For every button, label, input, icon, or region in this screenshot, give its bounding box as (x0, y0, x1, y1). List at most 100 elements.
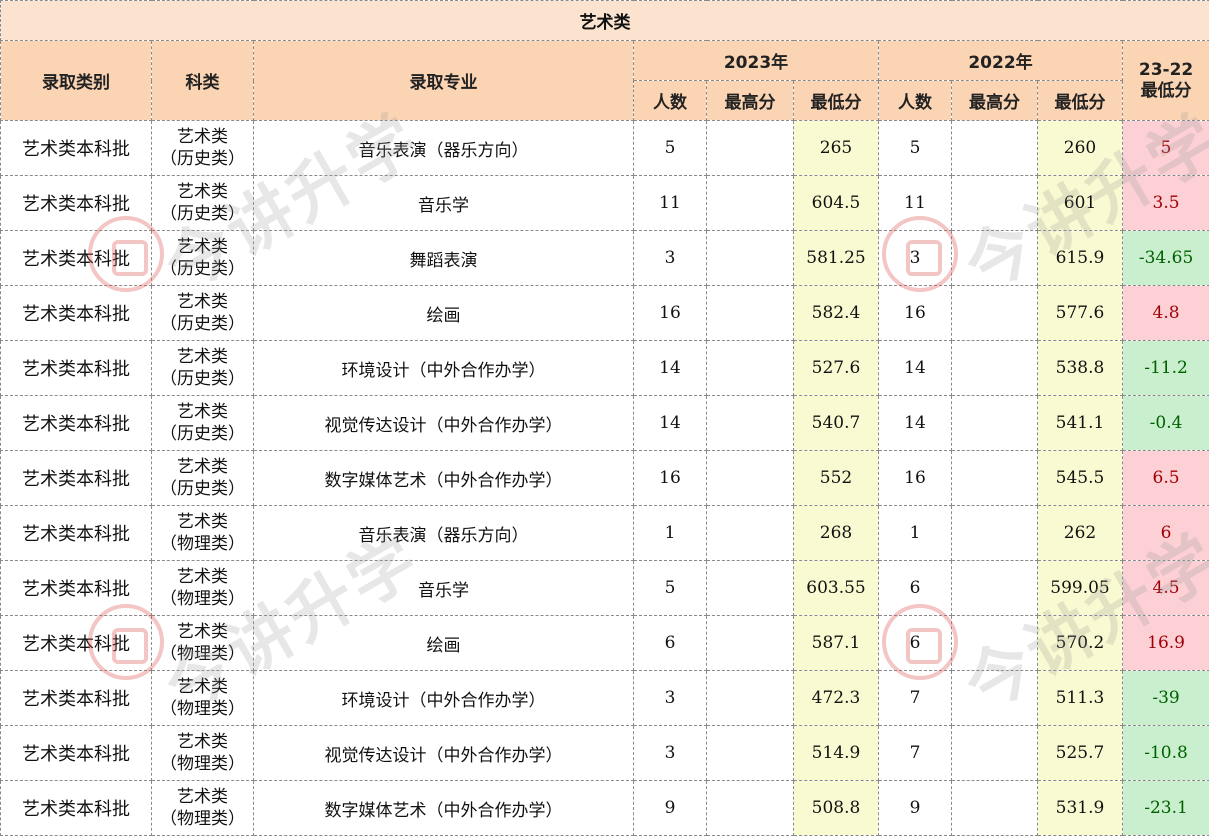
cell-subject-line2: （物理类） (160, 809, 245, 829)
cell-diff: -11.2 (1121, 340, 1209, 396)
cell-count-2023: 16 (633, 285, 707, 341)
cell-category: 艺术类本科批 (0, 615, 152, 671)
cell-max-2023 (706, 230, 794, 286)
cell-major: 舞蹈表演 (253, 230, 634, 286)
cell-min-2023: 540.7 (793, 395, 879, 451)
cell-subject-line2: （物理类） (160, 589, 245, 609)
cell-min-2023: 514.9 (793, 725, 879, 781)
cell-subject: 艺术类 （物理类） (151, 670, 254, 726)
cell-count-2023: 5 (633, 120, 707, 176)
cell-max-2023 (706, 505, 794, 561)
table-row: 艺术类本科批 艺术类 （物理类） 音乐学 5 603.55 6 599.05 4.5 (0, 560, 1209, 616)
cell-count-2023: 11 (633, 175, 707, 231)
cell-min-2022: 262 (1037, 505, 1123, 561)
table-row: 艺术类本科批 艺术类 （物理类） 绘画 6 587.1 6 570.2 16.9 (0, 615, 1209, 671)
header-diff: 23-22 最低分 (1121, 40, 1209, 121)
header-year-2022: 2022年 (878, 40, 1123, 81)
cell-subject-line1: 艺术类 (177, 292, 228, 312)
table-row: 艺术类本科批 艺术类 （历史类） 数字媒体艺术（中外合作办学） 16 552 16 545.5… (0, 450, 1209, 506)
cell-subject: 艺术类 （历史类） (151, 230, 254, 286)
cell-count-2022: 6 (878, 615, 952, 671)
table-row: 艺术类本科批 艺术类 （历史类） 绘画 16 582.4 16 577.6 4.8 (0, 285, 1209, 341)
cell-subject-line2: （历史类） (160, 479, 245, 499)
cell-diff: -34.65 (1121, 230, 1209, 286)
cell-count-2023: 3 (633, 670, 707, 726)
cell-min-2022: 538.8 (1037, 340, 1123, 396)
cell-subject-line2: （历史类） (160, 424, 245, 444)
cell-max-2022 (951, 395, 1038, 451)
header-min-2023: 最低分 (793, 80, 879, 121)
cell-max-2023 (706, 120, 794, 176)
cell-subject-line2: （物理类） (160, 644, 245, 664)
cell-min-2023: 552 (793, 450, 879, 506)
cell-category: 艺术类本科批 (0, 285, 152, 341)
cell-subject: 艺术类 （历史类） (151, 340, 254, 396)
table-row: 艺术类本科批 艺术类 （历史类） 音乐学 11 604.5 11 601 3.5 (0, 175, 1209, 231)
cell-max-2023 (706, 395, 794, 451)
cell-max-2023 (706, 285, 794, 341)
cell-subject: 艺术类 （物理类） (151, 560, 254, 616)
cell-max-2022 (951, 560, 1038, 616)
cell-major: 环境设计（中外合作办学） (253, 340, 634, 396)
cell-major: 音乐学 (253, 560, 634, 616)
cell-min-2022: 525.7 (1037, 725, 1123, 781)
cell-subject: 艺术类 （物理类） (151, 505, 254, 561)
header-max-2023: 最高分 (706, 80, 794, 121)
cell-major: 音乐表演（器乐方向） (253, 505, 634, 561)
cell-subject-line1: 艺术类 (177, 622, 228, 642)
cell-count-2022: 1 (878, 505, 952, 561)
cell-max-2023 (706, 175, 794, 231)
cell-subject: 艺术类 （物理类） (151, 615, 254, 671)
cell-max-2022 (951, 725, 1038, 781)
header-count-2022: 人数 (878, 80, 952, 121)
cell-major: 绘画 (253, 285, 634, 341)
cell-diff: 3.5 (1121, 175, 1209, 231)
cell-subject-line2: （物理类） (160, 754, 245, 774)
cell-subject-line1: 艺术类 (177, 567, 228, 587)
header-major: 录取专业 (253, 40, 634, 121)
cell-category: 艺术类本科批 (0, 780, 152, 836)
cell-category: 艺术类本科批 (0, 340, 152, 396)
cell-diff: -0.4 (1121, 395, 1209, 451)
cell-min-2022: 570.2 (1037, 615, 1123, 671)
cell-count-2023: 3 (633, 725, 707, 781)
cell-subject-line1: 艺术类 (177, 787, 228, 807)
cell-min-2022: 545.5 (1037, 450, 1123, 506)
cell-major: 数字媒体艺术（中外合作办学） (253, 780, 634, 836)
cell-subject: 艺术类 （历史类） (151, 175, 254, 231)
header-min-2022: 最低分 (1037, 80, 1123, 121)
cell-count-2022: 3 (878, 230, 952, 286)
table-row: 艺术类本科批 艺术类 （物理类） 音乐表演（器乐方向） 1 268 1 262 6 (0, 505, 1209, 561)
cell-count-2022: 5 (878, 120, 952, 176)
cell-max-2022 (951, 670, 1038, 726)
cell-category: 艺术类本科批 (0, 670, 152, 726)
cell-count-2022: 6 (878, 560, 952, 616)
cell-subject: 艺术类 （历史类） (151, 285, 254, 341)
cell-max-2023 (706, 670, 794, 726)
header-subject: 科类 (151, 40, 254, 121)
cell-subject-line2: （历史类） (160, 314, 245, 334)
cell-diff: 6.5 (1121, 450, 1209, 506)
cell-diff: -10.8 (1121, 725, 1209, 781)
cell-category: 艺术类本科批 (0, 175, 152, 231)
cell-min-2023: 268 (793, 505, 879, 561)
cell-subject-line1: 艺术类 (177, 237, 228, 257)
cell-category: 艺术类本科批 (0, 560, 152, 616)
cell-category: 艺术类本科批 (0, 725, 152, 781)
cell-min-2022: 260 (1037, 120, 1123, 176)
cell-min-2023: 604.5 (793, 175, 879, 231)
cell-subject-line1: 艺术类 (177, 127, 228, 147)
cell-major: 绘画 (253, 615, 634, 671)
cell-max-2022 (951, 615, 1038, 671)
cell-count-2023: 14 (633, 395, 707, 451)
cell-min-2022: 511.3 (1037, 670, 1123, 726)
cell-subject-line1: 艺术类 (177, 347, 228, 367)
cell-max-2023 (706, 560, 794, 616)
cell-subject-line1: 艺术类 (177, 402, 228, 422)
cell-major: 视觉传达设计（中外合作办学） (253, 395, 634, 451)
cell-max-2023 (706, 450, 794, 506)
cell-count-2022: 7 (878, 670, 952, 726)
cell-count-2023: 6 (633, 615, 707, 671)
table-row: 艺术类本科批 艺术类 （物理类） 环境设计（中外合作办学） 3 472.3 7 511.3 -3… (0, 670, 1209, 726)
cell-diff: 5 (1121, 120, 1209, 176)
